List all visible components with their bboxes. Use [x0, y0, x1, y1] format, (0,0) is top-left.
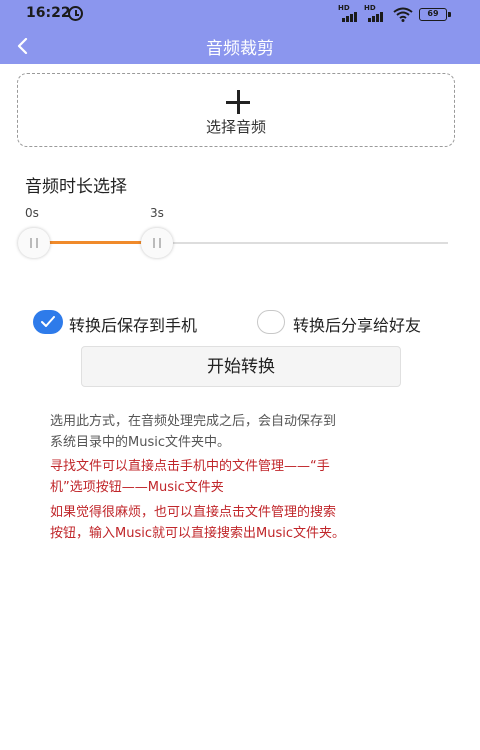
checkmark-icon — [41, 316, 55, 327]
info-paragraph: 选用此方式，在音频处理完成之后，会自动保存到 系统目录中的Music文件夹中。 — [50, 411, 440, 453]
info-line: 选用此方式，在音频处理完成之后，会自动保存到 — [50, 414, 337, 429]
signal-hd-label-2: HD — [364, 4, 376, 12]
signal-hd-label: HD — [338, 4, 350, 12]
save-to-phone-checkbox[interactable] — [33, 310, 63, 334]
title-bar: 音频裁剪 — [0, 28, 480, 64]
status-bar: 16:22 HD HD 69 — [0, 0, 480, 28]
tip-paragraph-1: 寻找文件可以直接点击手机中的文件管理——“手 机”选项按钮——Music文件夹 — [50, 456, 440, 498]
page-title: 音频裁剪 — [206, 39, 274, 59]
start-convert-button[interactable]: 开始转换 — [81, 346, 401, 387]
slider-start-handle[interactable] — [18, 228, 50, 258]
save-to-phone-label[interactable]: 转换后保存到手机 — [69, 312, 197, 336]
status-time: 16:22 — [26, 5, 71, 21]
share-to-friend-checkbox[interactable] — [257, 310, 285, 334]
tip-paragraph-2: 如果觉得很麻烦，也可以直接点击文件管理的搜索 按钮，输入Music就可以直接搜索… — [50, 502, 440, 544]
share-to-friend-label[interactable]: 转换后分享给好友 — [293, 312, 421, 336]
range-start-label: 0s — [25, 206, 39, 220]
select-audio-button[interactable]: 选择音频 — [17, 73, 455, 147]
tip-line: 机”选项按钮——Music文件夹 — [50, 480, 224, 495]
tip-line: 寻找文件可以直接点击手机中的文件管理——“手 — [50, 459, 330, 474]
select-audio-label: 选择音频 — [205, 118, 266, 136]
plus-icon — [226, 90, 250, 114]
wifi-icon — [393, 7, 413, 25]
tip-line: 按钮，输入Music就可以直接搜索出Music文件夹。 — [50, 526, 345, 541]
info-line: 系统目录中的Music文件夹中。 — [50, 435, 230, 450]
range-end-label: 3s — [150, 206, 164, 220]
slider-end-handle[interactable] — [141, 228, 173, 258]
battery-icon: 69 — [419, 8, 451, 21]
alarm-icon — [68, 6, 83, 21]
duration-range-slider[interactable] — [18, 228, 450, 258]
tip-line: 如果觉得很麻烦，也可以直接点击文件管理的搜索 — [50, 505, 337, 520]
duration-section-title: 音频时长选择 — [25, 177, 127, 197]
